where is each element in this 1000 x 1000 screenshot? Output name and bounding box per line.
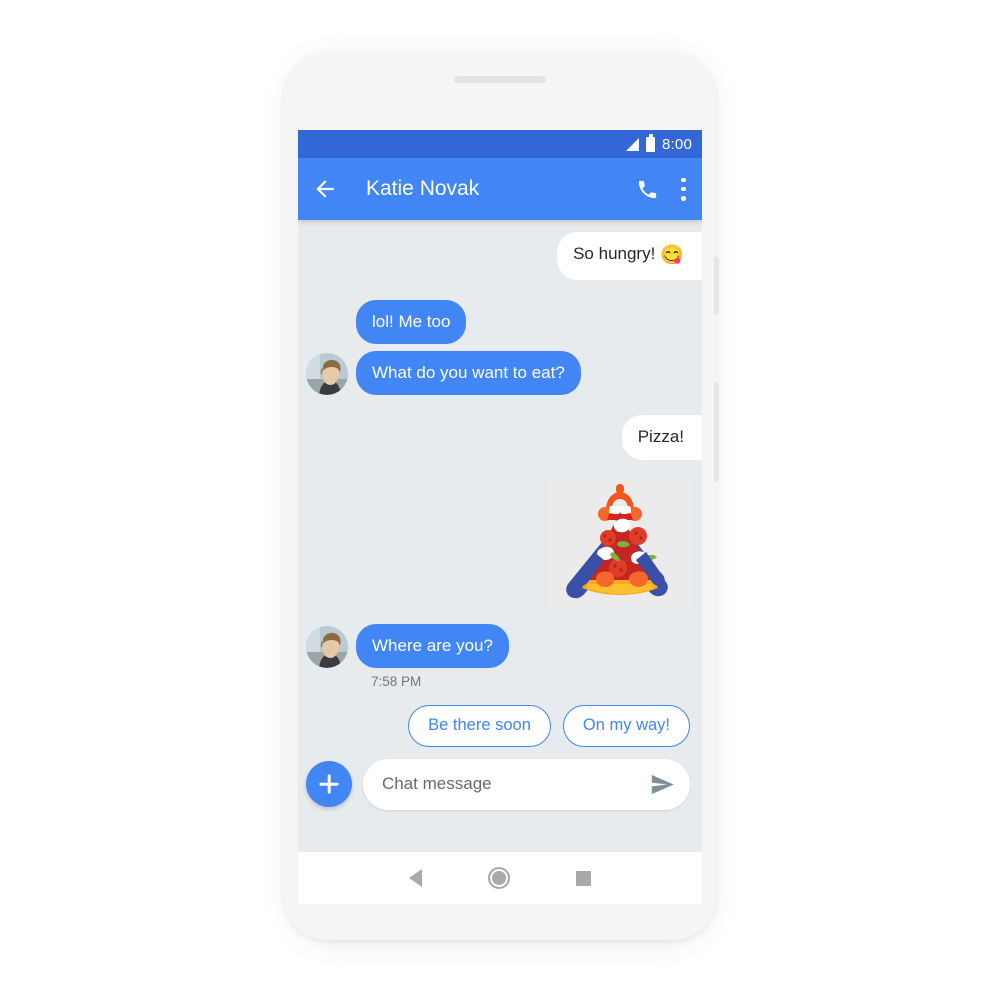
message-text: So hungry!	[573, 244, 656, 263]
phone-device-frame: 8:00 Katie Novak So hungry! 😋 lol! Me to…	[283, 52, 719, 940]
nav-home-icon[interactable]	[488, 867, 510, 889]
message-bubble-incoming[interactable]: lol! Me too	[356, 299, 467, 344]
app-bar: Katie Novak	[298, 158, 702, 220]
system-navigation-bar	[298, 852, 702, 904]
power-button[interactable]	[714, 382, 719, 482]
message-row-incoming: Where are you?	[298, 623, 702, 668]
message-bubble-outgoing[interactable]: So hungry! 😋	[557, 232, 702, 280]
katie-novak-avatar[interactable]	[306, 353, 348, 396]
phone-screen: 8:00 Katie Novak So hungry! 😋 lol! Me to…	[298, 130, 702, 852]
message-thread[interactable]: So hungry! 😋 lol! Me too What do you wan…	[298, 220, 702, 816]
more-dot	[681, 196, 686, 201]
status-bar: 8:00	[298, 130, 702, 158]
signal-strength-icon	[626, 137, 639, 151]
message-row-outgoing: Pizza!	[298, 415, 702, 460]
message-bubble-incoming[interactable]: What do you want to eat?	[356, 351, 581, 396]
more-vert-icon[interactable]	[681, 177, 686, 201]
message-timestamp: 7:58 PM	[371, 673, 422, 689]
chat-input-container[interactable]: Chat message	[363, 758, 690, 810]
phone-call-icon[interactable]	[636, 178, 659, 201]
conversation-title: Katie Novak	[366, 177, 480, 200]
savoring-face-emoji: 😋	[660, 245, 684, 266]
status-bar-clock: 8:00	[662, 135, 692, 153]
pizza-hug-sticker[interactable]	[550, 475, 690, 608]
smart-reply-chip-1[interactable]: Be there soon	[408, 704, 551, 747]
smart-reply-chips: Be there soon On my way!	[298, 704, 702, 747]
message-bubble-outgoing[interactable]: Pizza!	[621, 415, 702, 460]
nav-back-icon[interactable]	[409, 869, 422, 887]
send-icon[interactable]	[649, 771, 676, 798]
plus-icon[interactable]	[306, 761, 352, 807]
chat-message-input[interactable]: Chat message	[382, 774, 649, 794]
back-arrow-icon[interactable]	[312, 176, 338, 202]
message-row-incoming: lol! Me too	[298, 299, 702, 344]
message-row-outgoing: So hungry! 😋	[298, 232, 702, 280]
smart-reply-chip-2[interactable]: On my way!	[562, 704, 690, 747]
screenshot-canvas: 8:00 Katie Novak So hungry! 😋 lol! Me to…	[0, 0, 1000, 1000]
volume-button[interactable]	[714, 257, 719, 315]
nav-recents-icon[interactable]	[576, 870, 591, 886]
message-row-incoming: What do you want to eat?	[298, 351, 702, 396]
message-bubble-incoming[interactable]: Where are you?	[356, 623, 509, 668]
katie-novak-avatar[interactable]	[306, 625, 348, 668]
message-row-outgoing-sticker	[298, 475, 702, 608]
battery-icon	[646, 134, 655, 152]
earpiece-speaker-grille	[454, 76, 546, 83]
more-dot	[681, 186, 686, 192]
more-dot	[681, 177, 686, 182]
compose-bar: Chat message	[298, 752, 702, 816]
